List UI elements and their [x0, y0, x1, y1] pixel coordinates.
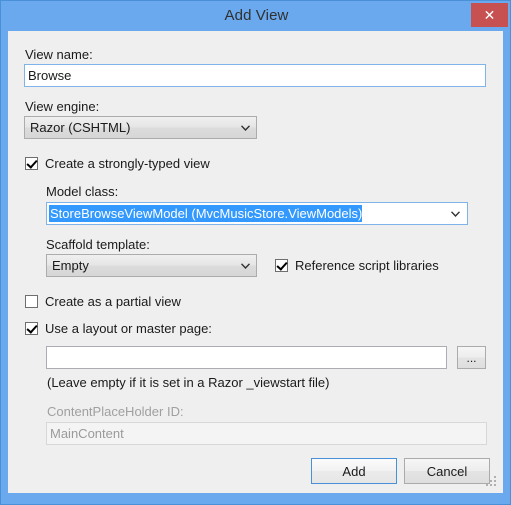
reference-script-libraries-checkbox[interactable]: Reference script libraries [275, 258, 439, 273]
scaffold-template-label: Scaffold template: [46, 237, 150, 252]
view-name-label: View name: [25, 47, 93, 62]
view-engine-select[interactable]: Razor (CSHTML) [24, 116, 257, 139]
browse-layout-button[interactable]: ... [457, 346, 486, 369]
model-class-label: Model class: [46, 184, 119, 199]
contentplaceholder-id-input: MainContent [46, 422, 487, 445]
model-class-combobox[interactable]: StoreBrowseViewModel (MvcMusicStore.View… [46, 202, 468, 225]
dialog-title: Add View [224, 7, 289, 24]
checkbox-icon [25, 157, 38, 170]
checkbox-icon [275, 259, 288, 272]
create-strongly-typed-view-label: Create a strongly-typed view [45, 156, 210, 171]
layout-path-input[interactable] [46, 346, 447, 369]
contentplaceholder-id-label: ContentPlaceHolder ID: [47, 404, 184, 419]
cancel-button[interactable]: Cancel [404, 458, 490, 484]
checkbox-icon [25, 322, 38, 335]
create-strongly-typed-view-checkbox[interactable]: Create a strongly-typed view [25, 156, 210, 171]
model-class-value: StoreBrowseViewModel (MvcMusicStore.View… [49, 205, 363, 222]
view-engine-selected-value: Razor (CSHTML) [30, 120, 131, 135]
layout-hint-text: (Leave empty if it is set in a Razor _vi… [47, 375, 330, 390]
add-button[interactable]: Add [311, 458, 397, 484]
use-layout-page-label: Use a layout or master page: [45, 321, 212, 336]
resize-grip[interactable] [486, 476, 499, 489]
chevron-down-icon [240, 117, 250, 138]
view-engine-label: View engine: [25, 99, 100, 114]
reference-script-libraries-label: Reference script libraries [295, 258, 439, 273]
checkbox-icon [25, 295, 38, 308]
view-name-input[interactable]: Browse [24, 64, 486, 87]
add-view-dialog: Add View ✕ View name: Browse View engine… [0, 0, 511, 505]
close-icon[interactable]: ✕ [471, 3, 508, 27]
chevron-down-icon [240, 255, 250, 276]
create-as-partial-view-label: Create as a partial view [45, 294, 181, 309]
scaffold-template-select[interactable]: Empty [46, 254, 257, 277]
scaffold-template-selected-value: Empty [52, 258, 89, 273]
chevron-down-icon [450, 203, 460, 224]
use-layout-page-checkbox[interactable]: Use a layout or master page: [25, 321, 212, 336]
create-as-partial-view-checkbox[interactable]: Create as a partial view [25, 294, 181, 309]
dialog-content: View name: Browse View engine: Razor (CS… [8, 31, 503, 493]
title-bar: Add View ✕ [1, 1, 510, 31]
